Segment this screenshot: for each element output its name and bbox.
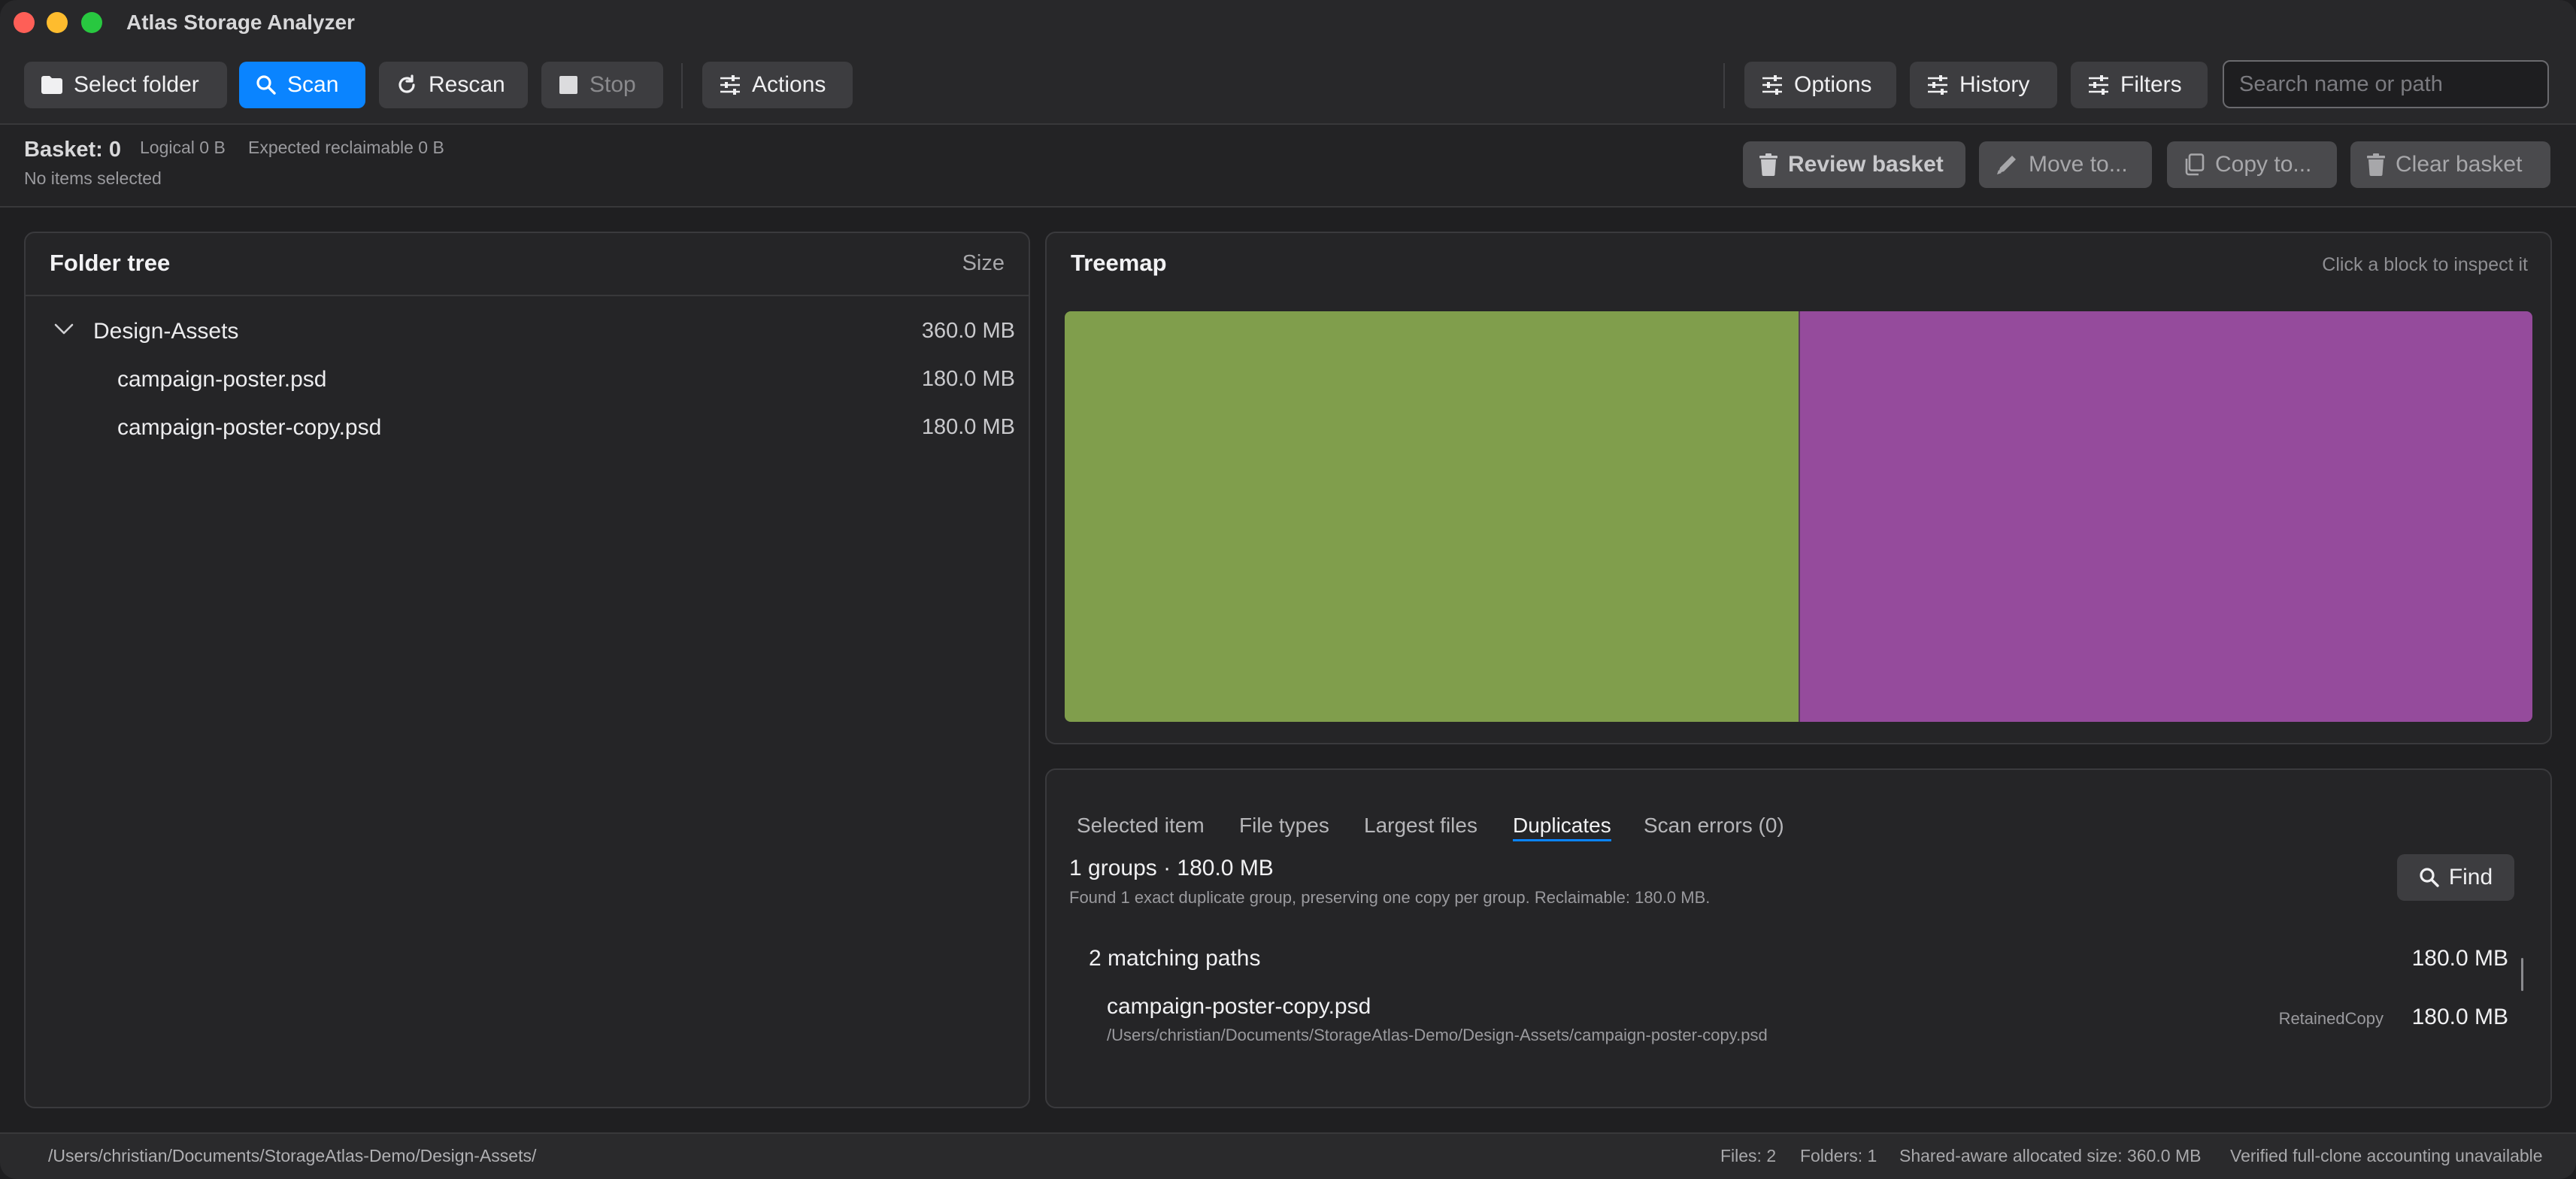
search-icon [256,75,276,95]
details-scrollbar[interactable] [2521,958,2523,991]
treemap-hint: Click a block to inspect it [2322,254,2528,275]
sliders-icon [1928,75,1947,95]
pencil-icon [1997,156,2016,174]
tab-largest-files[interactable]: Largest files [1364,814,1477,838]
filters-button[interactable]: Filters [2071,62,2208,108]
find-label: Find [2448,865,2493,890]
close-window-button[interactable] [14,12,35,33]
title-bar [0,0,2576,47]
stop-button[interactable]: Stop [541,62,663,108]
chevron-down-icon[interactable] [54,323,74,335]
app-title: Atlas Storage Analyzer [126,11,355,34]
tree-row-file[interactable]: campaign-poster.psd 180.0 MB [26,356,1029,402]
basket-count: Basket: 0 [24,138,121,162]
duplicate-group-size: 180.0 MB [2411,946,2508,971]
copy-to-label: Copy to... [2215,152,2312,177]
treemap-title: Treemap [1071,250,1167,276]
status-file-count: Files: 2 [1720,1146,1777,1165]
clear-basket-label: Clear basket [2396,152,2523,177]
stop-label: Stop [589,72,636,97]
review-basket-button[interactable]: Review basket [1743,141,1965,188]
folder-tree-title: Folder tree [50,250,171,276]
basket-logical-size: Logical 0 B [140,138,226,157]
tab-duplicates[interactable]: Duplicates [1513,814,1611,841]
filters-label: Filters [2120,72,2182,97]
scan-label: Scan [287,72,339,97]
toolbar-divider [1723,63,1725,108]
copy-to-button[interactable]: Copy to... [2167,141,2337,188]
actions-button[interactable]: Actions [702,62,853,108]
sliders-icon [1762,75,1782,95]
folder-tree-header: Folder tree Size [26,233,1029,296]
tree-row-design-assets[interactable]: Design-Assets 360.0 MB [26,308,1029,353]
tab-selected-item[interactable]: Selected item [1077,814,1205,838]
status-clone-accounting: Verified full-clone accounting unavailab… [2230,1146,2543,1165]
history-button[interactable]: History [1910,62,2057,108]
rescan-button[interactable]: Rescan [379,62,528,108]
options-button[interactable]: Options [1744,62,1896,108]
copy-icon [2185,153,2205,176]
tree-row-file[interactable]: campaign-poster-copy.psd 180.0 MB [26,405,1029,450]
status-allocated-size: Shared-aware allocated size: 360.0 MB [1899,1146,2202,1165]
duplicate-group-title[interactable]: 2 matching paths [1089,946,1260,971]
tree-item-size: 180.0 MB [921,415,1015,439]
duplicate-file-name[interactable]: campaign-poster-copy.psd [1107,994,1371,1020]
toolbar-divider [681,63,683,108]
tab-file-types[interactable]: File types [1239,814,1329,838]
stop-icon [559,76,577,94]
tree-item-name: campaign-poster-copy.psd [117,415,382,440]
sliders-icon [720,75,740,95]
select-folder-button[interactable]: Select folder [24,62,227,108]
tree-item-name: Design-Assets [93,319,239,344]
actions-label: Actions [752,72,826,97]
status-current-path: /Users/christian/Documents/StorageAtlas-… [48,1146,537,1165]
find-duplicates-button[interactable]: Find [2397,854,2514,901]
minimize-window-button[interactable] [47,12,68,33]
treemap-panel: Treemap Click a block to inspect it [1045,232,2552,744]
tree-item-size: 360.0 MB [921,319,1015,343]
move-to-button[interactable]: Move to... [1979,141,2152,188]
search-icon [2420,868,2439,887]
duplicates-description: Found 1 exact duplicate group, preservin… [1069,888,1711,907]
rescan-label: Rescan [429,72,505,97]
trash-icon [1759,153,1777,176]
trash-icon [2367,153,2385,176]
app-window: Atlas Storage Analyzer Select folder Sca… [0,0,2576,1179]
maximize-window-button[interactable] [81,12,102,33]
tree-item-name: campaign-poster.psd [117,367,327,392]
history-label: History [1959,72,2030,97]
basket-selection-status: No items selected [24,168,162,188]
treemap-block[interactable] [1799,311,2532,722]
select-folder-label: Select folder [74,72,199,97]
status-folder-count: Folders: 1 [1800,1146,1877,1165]
treemap-canvas [1065,311,2532,722]
treemap-block[interactable] [1065,311,1799,722]
tree-item-size: 180.0 MB [921,367,1015,391]
basket-reclaimable-size: Expected reclaimable 0 B [248,138,444,157]
scan-button[interactable]: Scan [239,62,365,108]
clear-basket-button[interactable]: Clear basket [2350,141,2550,188]
options-label: Options [1794,72,1872,97]
refresh-icon [399,74,415,93]
duplicate-file-status: RetainedCopy [2278,1009,2384,1028]
duplicate-file-path: /Users/christian/Documents/StorageAtlas-… [1107,1026,1768,1044]
search-input[interactable] [2223,60,2549,108]
size-column-header[interactable]: Size [962,251,1005,276]
duplicates-summary: 1 groups · 180.0 MB [1069,856,1274,880]
tab-scan-errors[interactable]: Scan errors (0) [1644,814,1784,838]
move-to-label: Move to... [2029,152,2128,177]
duplicate-file-size: 180.0 MB [2411,1005,2508,1029]
folder-tree-panel: Folder tree Size Design-Assets 360.0 MB … [24,232,1030,1108]
folder-icon [41,76,62,94]
details-panel: Selected item File types Largest files D… [1045,768,2552,1108]
review-basket-label: Review basket [1788,152,1944,177]
sliders-icon [2089,75,2108,95]
treemap-header: Treemap Click a block to inspect it [1047,233,2550,295]
